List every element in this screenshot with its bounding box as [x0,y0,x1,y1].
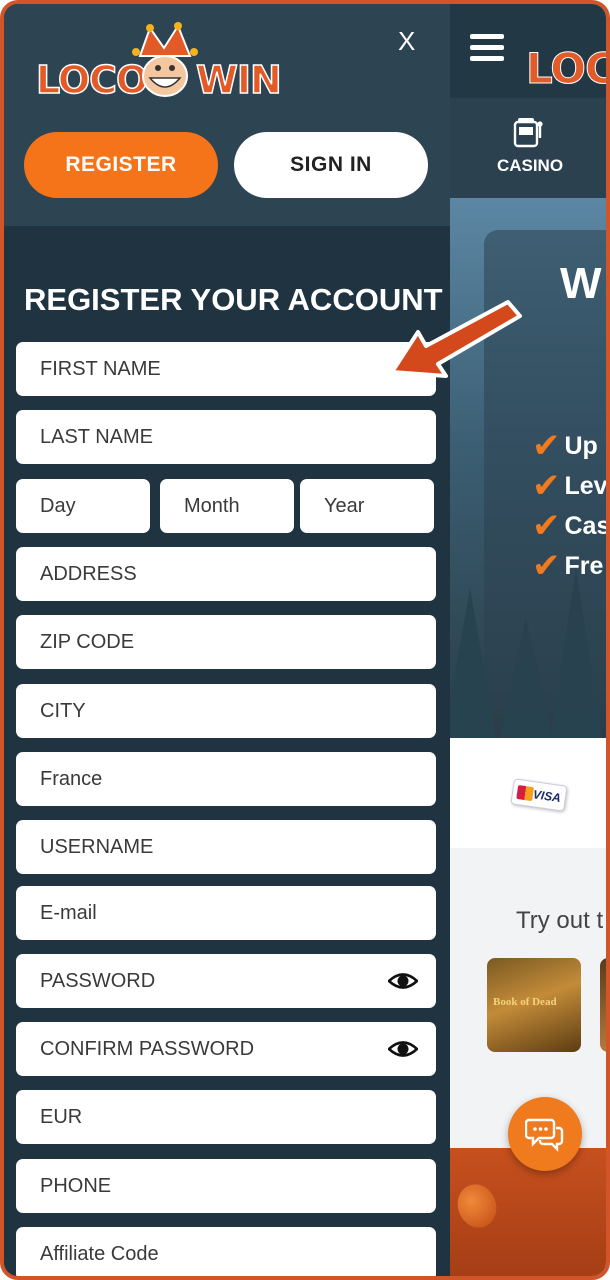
hero-title: W [560,259,602,308]
currency-select[interactable]: EUR [16,1090,436,1144]
hamburger-icon[interactable] [470,34,504,62]
close-button[interactable]: X [398,26,415,57]
perk-item: ✔ Cas [532,506,610,546]
register-button[interactable]: REGISTER [24,132,218,198]
game-thumbnail[interactable] [600,958,606,1052]
registration-drawer: LOCO WIN X REGISTER SIGN IN REGISTER YOU… [4,4,450,1276]
locowin-logo[interactable]: LOCO WIN [32,22,283,103]
birth-year-field[interactable]: Year [300,479,434,533]
site-logo[interactable]: LOCO [526,44,606,94]
phone-field[interactable]: PHONE [16,1159,436,1213]
form-title: REGISTER YOUR ACCOUNT [24,282,443,317]
sign-in-button[interactable]: SIGN IN [234,132,428,198]
background-page: LOCO CASINO W ✔Up ✔Lev ✔Cas ✔Fre VISA Tr… [450,4,610,1276]
email-field[interactable]: E-mail [16,886,436,940]
tryout-heading: Try out t [516,907,604,934]
chat-button[interactable] [508,1097,582,1171]
confirm-password-field[interactable]: CONFIRM PASSWORD [16,1022,436,1076]
password-field[interactable]: PASSWORD [16,954,436,1008]
check-icon: ✔ [532,426,561,466]
check-icon: ✔ [532,546,561,586]
jester-mascot-icon [132,22,198,97]
chat-bubble-icon [525,1118,564,1152]
eye-icon[interactable] [388,968,418,994]
affiliate-code-field[interactable]: Affiliate Code [16,1227,436,1276]
username-field[interactable]: USERNAME [16,820,436,874]
first-name-field[interactable]: FIRST NAME [16,342,436,396]
address-field[interactable]: ADDRESS [16,547,436,601]
nav-casino[interactable]: CASINO [490,156,570,176]
check-icon: ✔ [532,466,561,506]
check-icon: ✔ [532,506,561,546]
arrow-icon [390,300,522,378]
city-field[interactable]: CITY [16,684,436,738]
phone-frame: LOCO CASINO W ✔Up ✔Lev ✔Cas ✔Fre VISA Tr… [0,0,610,1280]
perk-item: ✔ Up [532,426,598,466]
drawer-header: LOCO WIN X REGISTER SIGN IN [4,4,450,226]
password-placeholder: PASSWORD [40,969,156,992]
birth-month-field[interactable]: Month [160,479,294,533]
birth-day-field[interactable]: Day [16,479,150,533]
confirm-password-placeholder: CONFIRM PASSWORD [40,1037,255,1060]
game-thumbnail[interactable]: Book of Dead [487,958,581,1052]
perk-item: ✔ Fre [532,546,604,586]
eye-icon[interactable] [388,1036,418,1062]
country-select[interactable]: France [16,752,436,806]
zip-code-field[interactable]: ZIP CODE [16,615,436,669]
last-name-field[interactable]: LAST NAME [16,410,436,464]
slot-machine-icon [513,118,543,148]
site-header: LOCO [450,4,606,98]
perk-item: ✔ Lev [532,466,608,506]
